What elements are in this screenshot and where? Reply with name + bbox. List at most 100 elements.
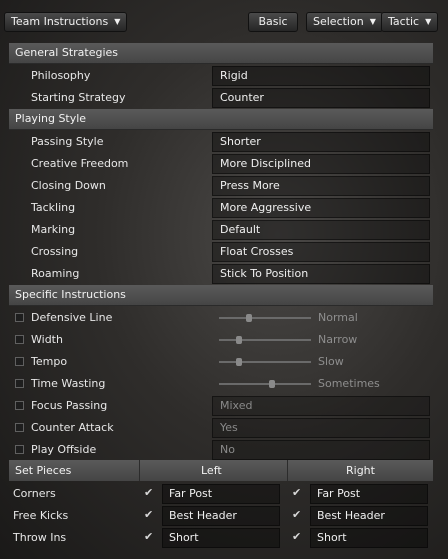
width-checkbox[interactable] [15,335,24,344]
row-defensive-line: Defensive Line Normal [9,307,433,329]
row-tackling: Tackling More Aggressive [9,197,433,219]
section-specific-instructions: Specific Instructions [9,285,433,306]
row-roaming: Roaming Stick To Position [9,263,433,285]
row-corners: Corners ✔ Far Post ✔ Far Post [9,483,433,505]
row-label: Free Kicks [13,509,69,522]
row-width: Width Narrow [9,329,433,351]
counter-attack-select[interactable]: Yes [212,418,430,438]
tackling-select[interactable]: More Aggressive [212,198,430,218]
tactic-button[interactable]: Tactic ▼ [381,12,439,32]
slider-value: Slow [318,355,344,368]
tempo-checkbox[interactable] [15,357,24,366]
selection-label: Selection [313,15,364,28]
crossing-select[interactable]: Float Crosses [212,242,430,262]
width-slider[interactable] [219,336,311,344]
defensive-line-slider[interactable] [219,314,311,322]
slider-handle[interactable] [236,358,243,366]
roaming-select[interactable]: Stick To Position [212,264,430,284]
corners-left-checkbox[interactable]: ✔ [144,486,153,499]
throw-ins-left-select[interactable]: Short [162,528,280,548]
row-label: Counter Attack [31,421,114,434]
row-label: Tempo [31,355,68,368]
chevron-down-icon: ▼ [369,17,376,26]
free-kicks-right-select[interactable]: Best Header [310,506,428,526]
row-marking: Marking Default [9,219,433,241]
row-label: Corners [13,487,56,500]
row-time-wasting: Time Wasting Sometimes [9,373,433,395]
row-throw-ins: Throw Ins ✔ Short ✔ Short [9,527,433,549]
tempo-slider[interactable] [219,358,311,366]
play-offside-select[interactable]: No [212,440,430,460]
closing-down-select[interactable]: Press More [212,176,430,196]
left-column-header: Left [201,464,222,477]
throw-ins-left-checkbox[interactable]: ✔ [144,530,153,543]
row-tempo: Tempo Slow [9,351,433,373]
chevron-down-icon: ▼ [425,17,432,26]
row-label: Philosophy [31,69,91,82]
right-column-header: Right [346,464,375,477]
slider-handle[interactable] [236,336,243,344]
creative-freedom-select[interactable]: More Disciplined [212,154,430,174]
section-general-strategies: General Strategies [9,43,433,64]
set-pieces-title: Set Pieces [15,464,72,477]
corners-right-select[interactable]: Far Post [310,484,428,504]
row-label: Closing Down [31,179,106,192]
row-crossing: Crossing Float Crosses [9,241,433,263]
row-label: Focus Passing [31,399,108,412]
focus-passing-checkbox[interactable] [15,401,24,410]
slider-handle[interactable] [269,380,276,388]
row-label: Play Offside [31,443,97,456]
counter-attack-checkbox[interactable] [15,423,24,432]
selection-button[interactable]: Selection ▼ [306,12,383,32]
row-passing-style: Passing Style Shorter [9,131,433,153]
row-label: Defensive Line [31,311,113,324]
row-label: Time Wasting [31,377,106,390]
tactic-label: Tactic [388,15,420,28]
slider-value: Narrow [318,333,358,346]
row-label: Tackling [31,201,76,214]
slider-handle[interactable] [246,314,253,322]
basic-button[interactable]: Basic [248,12,298,32]
row-closing-down: Closing Down Press More [9,175,433,197]
row-creative-freedom: Creative Freedom More Disciplined [9,153,433,175]
menu-label: Team Instructions [11,15,109,28]
row-label: Throw Ins [13,531,67,544]
row-starting-strategy: Starting Strategy Counter [9,87,433,109]
team-instructions-menu-button[interactable]: Team Instructions ▼ [4,12,128,32]
row-label: Marking [31,223,76,236]
row-free-kicks: Free Kicks ✔ Best Header ✔ Best Header [9,505,433,527]
philosophy-select[interactable]: Rigid [212,66,430,86]
column-divider [287,460,288,481]
throw-ins-right-checkbox[interactable]: ✔ [292,530,301,543]
row-label: Roaming [31,267,80,280]
chevron-down-icon: ▼ [114,17,121,26]
passing-style-select[interactable]: Shorter [212,132,430,152]
play-offside-checkbox[interactable] [15,445,24,454]
free-kicks-left-checkbox[interactable]: ✔ [144,508,153,521]
defensive-line-checkbox[interactable] [15,313,24,322]
time-wasting-checkbox[interactable] [15,379,24,388]
starting-strategy-select[interactable]: Counter [212,88,430,108]
row-label: Starting Strategy [31,91,126,104]
time-wasting-slider[interactable] [219,380,311,388]
corners-right-checkbox[interactable]: ✔ [292,486,301,499]
row-focus-passing: Focus Passing Mixed [9,395,433,417]
free-kicks-right-checkbox[interactable]: ✔ [292,508,301,521]
row-philosophy: Philosophy Rigid [9,65,433,87]
slider-value: Normal [318,311,358,324]
throw-ins-right-select[interactable]: Short [310,528,428,548]
focus-passing-select[interactable]: Mixed [212,396,430,416]
row-label: Creative Freedom [31,157,129,170]
row-label: Passing Style [31,135,104,148]
row-label: Width [31,333,63,346]
column-divider [139,460,140,481]
corners-left-select[interactable]: Far Post [162,484,280,504]
slider-value: Sometimes [318,377,380,390]
set-pieces-header: Set Pieces Left Right [9,460,433,481]
row-play-offside: Play Offside No [9,439,433,461]
row-counter-attack: Counter Attack Yes [9,417,433,439]
section-playing-style: Playing Style [9,109,433,130]
free-kicks-left-select[interactable]: Best Header [162,506,280,526]
row-label: Crossing [31,245,79,258]
marking-select[interactable]: Default [212,220,430,240]
